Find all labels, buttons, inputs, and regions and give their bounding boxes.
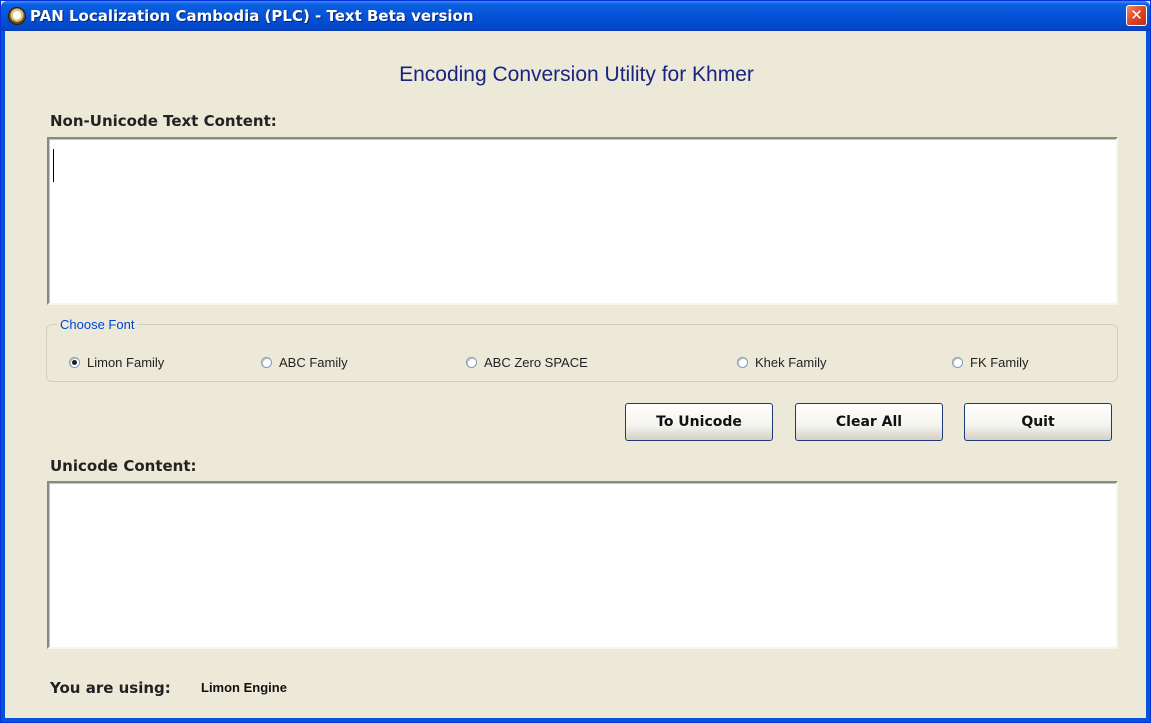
page-title: Encoding Conversion Utility for Khmer — [399, 63, 754, 86]
radio-checked-icon — [69, 356, 80, 368]
window-frame-left — [1, 31, 5, 722]
radio-fk-family[interactable]: FK Family — [952, 353, 1029, 371]
radio-abc-zero-space[interactable]: ABC Zero SPACE — [466, 353, 588, 371]
font-group-legend: Choose Font — [57, 317, 138, 332]
radio-unchecked-icon — [466, 356, 477, 368]
app-window: PAN Localization Cambodia (PLC) - Text B… — [0, 0, 1151, 723]
text-caret — [53, 149, 54, 182]
close-button[interactable]: ✕ — [1126, 5, 1147, 26]
to-unicode-button[interactable]: To Unicode — [625, 403, 773, 441]
radio-label: FK Family — [970, 354, 1029, 370]
radio-label: Khek Family — [755, 354, 827, 370]
app-icon — [9, 8, 25, 24]
window-title: PAN Localization Cambodia (PLC) - Text B… — [30, 7, 474, 25]
title-bar[interactable]: PAN Localization Cambodia (PLC) - Text B… — [1, 1, 1150, 31]
input-label: Non-Unicode Text Content: — [50, 112, 277, 130]
unicode-output[interactable] — [47, 481, 1118, 649]
clear-all-button[interactable]: Clear All — [795, 403, 943, 441]
radio-label: ABC Family — [279, 354, 348, 370]
close-icon: ✕ — [1130, 6, 1143, 24]
radio-abc-family[interactable]: ABC Family — [261, 353, 348, 371]
radio-khek-family[interactable]: Khek Family — [737, 353, 827, 371]
radio-unchecked-icon — [737, 356, 748, 368]
status-label: You are using: — [50, 679, 171, 697]
quit-button[interactable]: Quit — [964, 403, 1112, 441]
output-label: Unicode Content: — [50, 457, 197, 475]
radio-label: Limon Family — [87, 354, 165, 370]
radio-unchecked-icon — [261, 356, 272, 368]
radio-label: ABC Zero SPACE — [484, 354, 588, 370]
window-frame-right — [1146, 31, 1150, 722]
radio-limon-family[interactable]: Limon Family — [69, 353, 164, 371]
window-frame-bottom — [1, 718, 1150, 722]
engine-name: Limon Engine — [201, 680, 287, 695]
non-unicode-input[interactable] — [47, 137, 1118, 305]
radio-unchecked-icon — [952, 356, 963, 368]
